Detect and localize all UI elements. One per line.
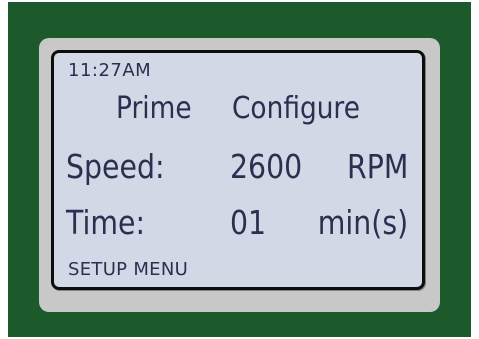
time-value[interactable]: 01 — [230, 203, 266, 242]
clock-time: 11:27AM — [68, 60, 152, 81]
speed-unit: RPM — [346, 147, 408, 186]
device-panel: 11:27AM Prime Configure Speed: 2600 RPM … — [8, 2, 471, 337]
screen-title-prime: Prime — [116, 91, 192, 126]
screen-title-configure: Configure — [232, 91, 360, 126]
time-unit: min(s) — [317, 203, 408, 242]
display-bezel: 11:27AM Prime Configure Speed: 2600 RPM … — [39, 38, 440, 312]
time-label: Time: — [66, 203, 146, 242]
setup-menu-label[interactable]: SETUP MENU — [68, 259, 188, 280]
speed-label: Speed: — [66, 147, 165, 186]
lcd-screen: 11:27AM Prime Configure Speed: 2600 RPM … — [51, 50, 425, 290]
speed-value[interactable]: 2600 — [230, 147, 302, 186]
